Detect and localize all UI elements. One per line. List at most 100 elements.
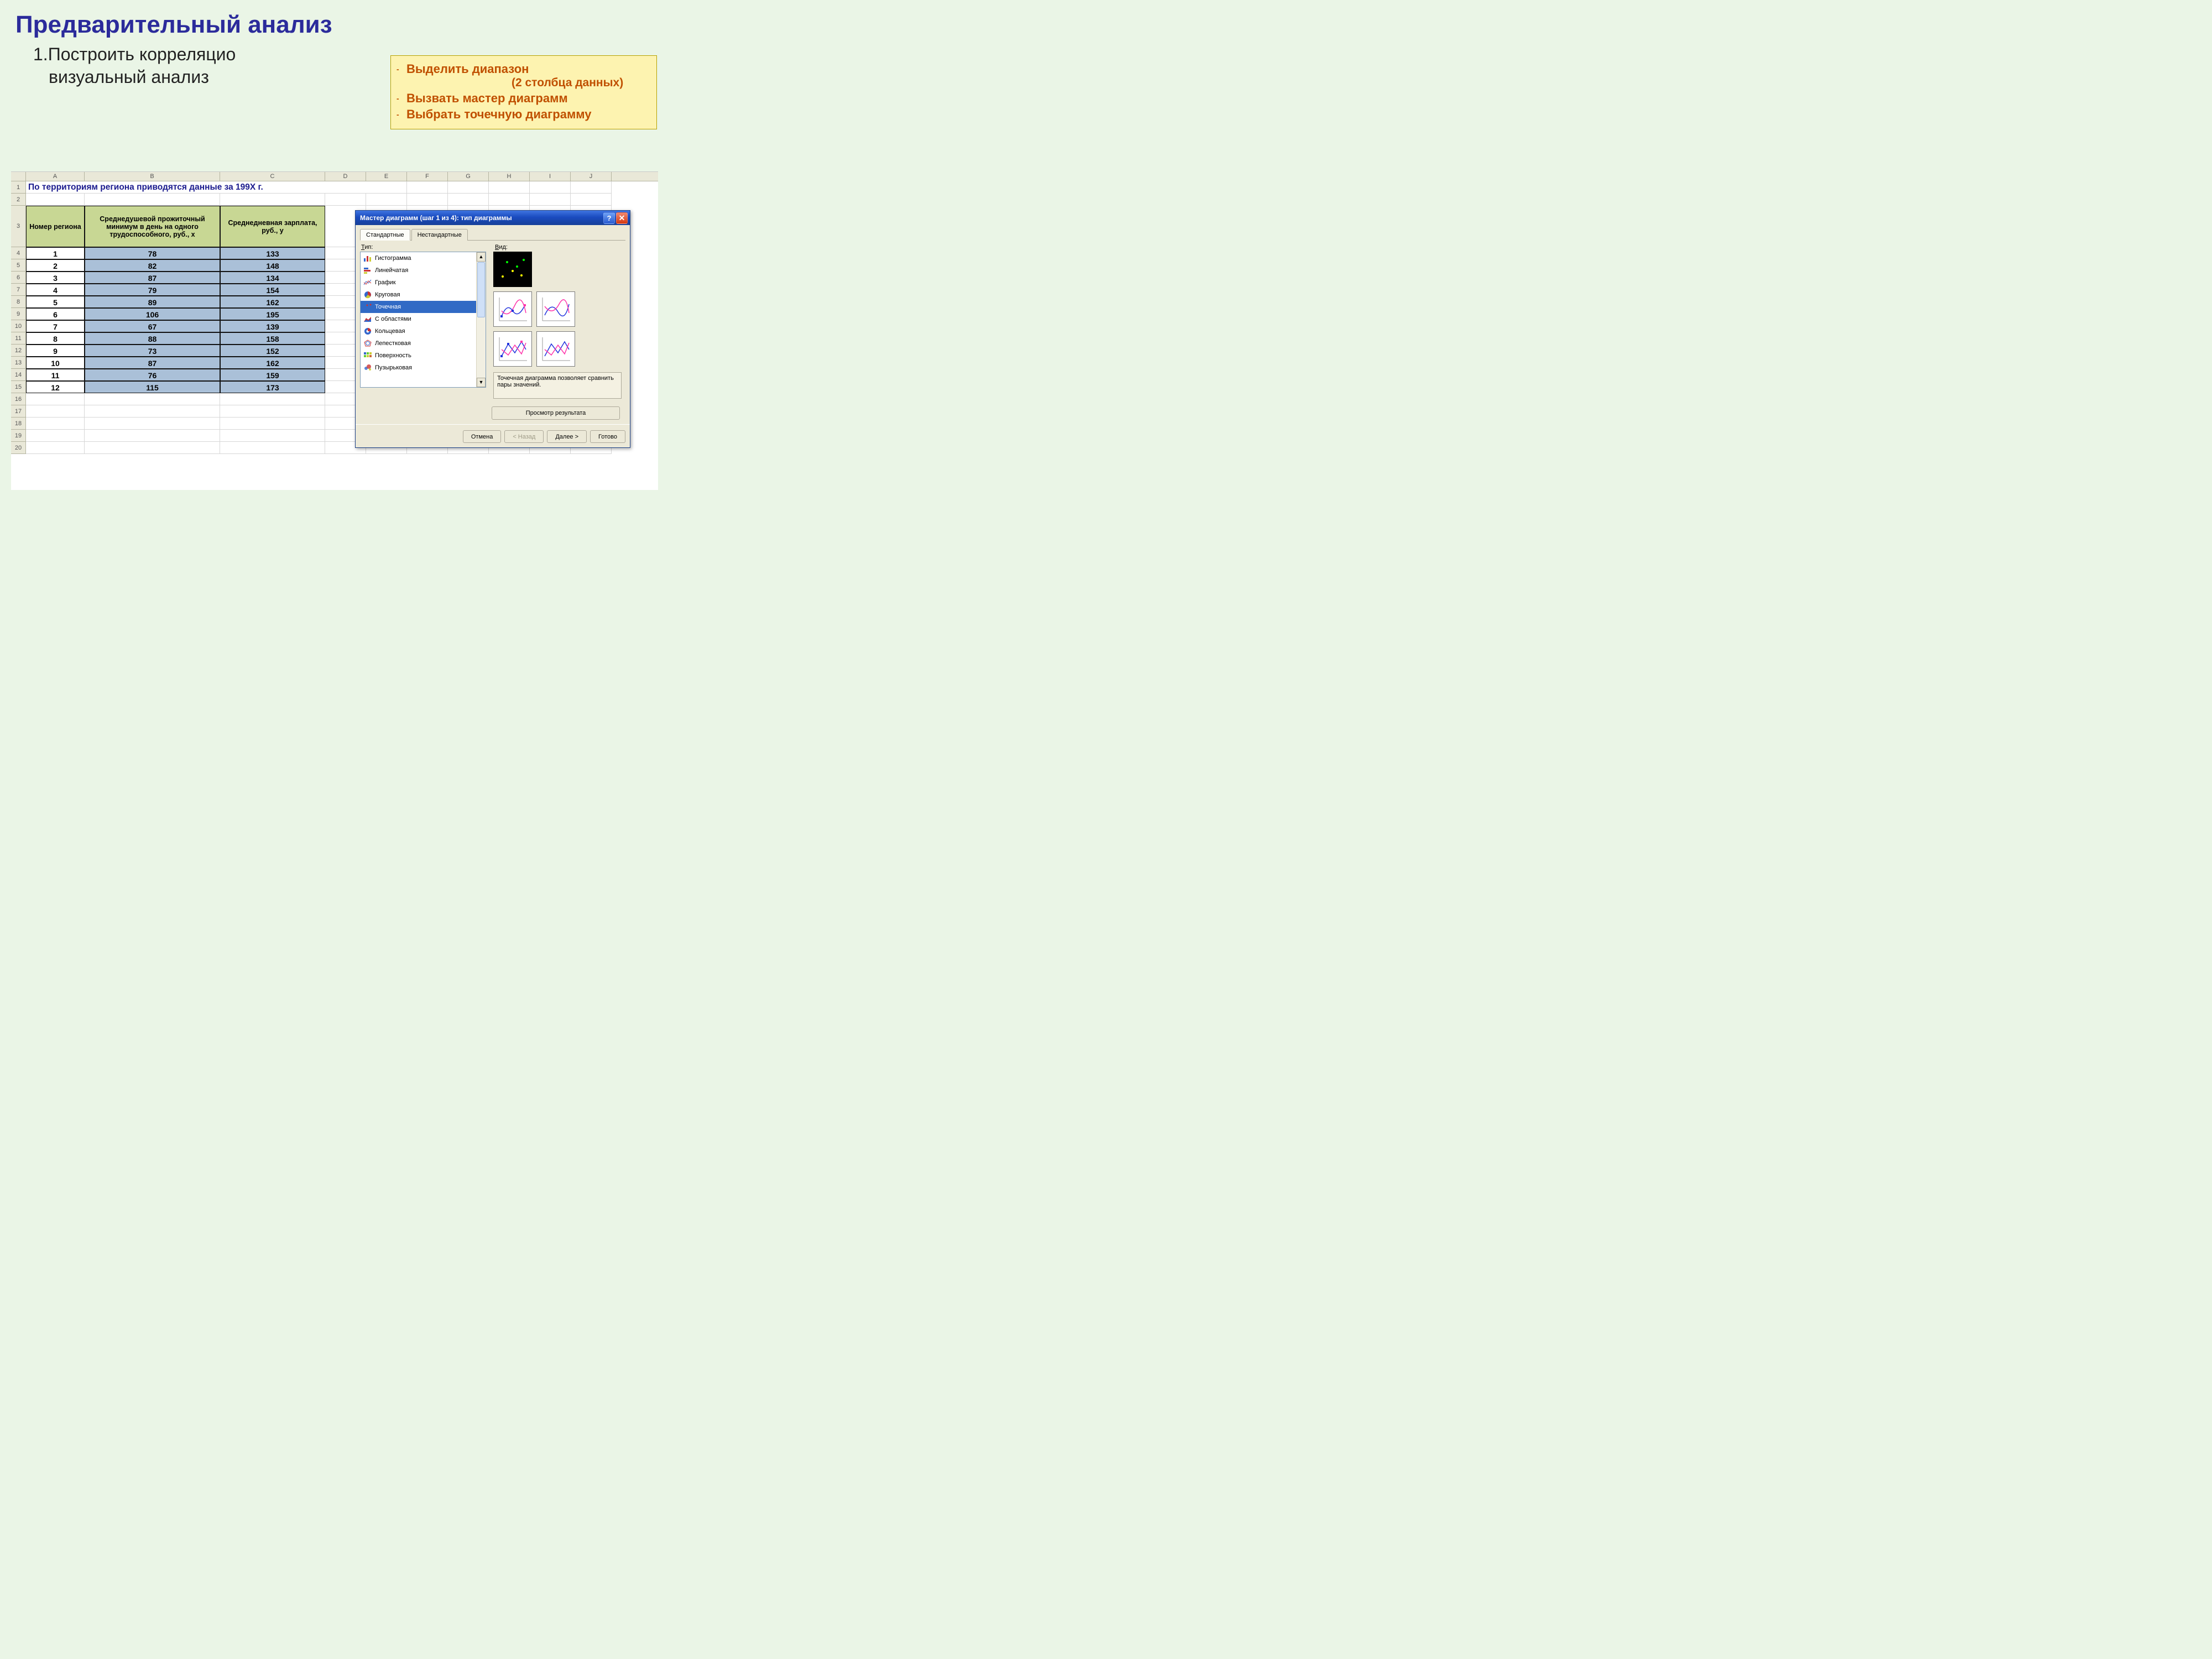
- cell[interactable]: [85, 418, 220, 430]
- row-header-18[interactable]: 18: [11, 418, 26, 430]
- cell[interactable]: 87: [85, 357, 220, 369]
- cell[interactable]: 154: [220, 284, 325, 296]
- cell[interactable]: [220, 430, 325, 442]
- cell[interactable]: [489, 194, 530, 206]
- cell[interactable]: [220, 194, 325, 206]
- cell[interactable]: 159: [220, 369, 325, 381]
- col-header-B[interactable]: B: [85, 172, 220, 181]
- next-button[interactable]: Далее >: [547, 430, 587, 443]
- cell[interactable]: [26, 194, 85, 206]
- tab-standard[interactable]: Стандартные: [360, 229, 410, 241]
- cell[interactable]: 152: [220, 345, 325, 357]
- cell[interactable]: [220, 393, 325, 405]
- cell[interactable]: Номер региона: [26, 206, 85, 247]
- cell[interactable]: [325, 194, 366, 206]
- cell[interactable]: 67: [85, 320, 220, 332]
- col-header-D[interactable]: D: [325, 172, 366, 181]
- cell[interactable]: 76: [85, 369, 220, 381]
- cell[interactable]: [407, 194, 448, 206]
- cell[interactable]: [489, 181, 530, 194]
- col-header-H[interactable]: H: [489, 172, 530, 181]
- cell[interactable]: [448, 194, 489, 206]
- subtype-scatter-lines[interactable]: [536, 331, 575, 367]
- subtype-scatter-smooth-markers[interactable]: [493, 291, 532, 327]
- cell-title[interactable]: По территориям региона приводятся данные…: [26, 181, 407, 194]
- cell[interactable]: 79: [85, 284, 220, 296]
- cell[interactable]: 9: [26, 345, 85, 357]
- chart-type-item[interactable]: Круговая: [361, 289, 476, 301]
- cell[interactable]: [407, 181, 448, 194]
- col-header-E[interactable]: E: [366, 172, 407, 181]
- scroll-thumb[interactable]: [477, 262, 485, 317]
- row-header-16[interactable]: 16: [11, 393, 26, 405]
- cell[interactable]: 115: [85, 381, 220, 393]
- cell[interactable]: [85, 430, 220, 442]
- cell[interactable]: [220, 442, 325, 454]
- col-header-A[interactable]: A: [26, 172, 85, 181]
- cell[interactable]: 6: [26, 308, 85, 320]
- scrollbar[interactable]: ▲ ▼: [476, 252, 486, 387]
- row-header-17[interactable]: 17: [11, 405, 26, 418]
- row-header-10[interactable]: 10: [11, 320, 26, 332]
- preview-result-button[interactable]: Просмотр результата: [492, 406, 620, 420]
- cell[interactable]: [530, 194, 571, 206]
- col-header-F[interactable]: F: [407, 172, 448, 181]
- cell[interactable]: 1: [26, 247, 85, 259]
- cell[interactable]: [571, 181, 612, 194]
- cell[interactable]: 173: [220, 381, 325, 393]
- cell[interactable]: 87: [85, 272, 220, 284]
- subtype-scatter-smooth[interactable]: [536, 291, 575, 327]
- col-header-J[interactable]: J: [571, 172, 612, 181]
- chart-type-item[interactable]: График: [361, 276, 476, 289]
- cell[interactable]: [220, 405, 325, 418]
- cell[interactable]: 3: [26, 272, 85, 284]
- help-button[interactable]: ?: [603, 212, 615, 224]
- cell[interactable]: [26, 405, 85, 418]
- row-header-20[interactable]: 20: [11, 442, 26, 454]
- row-header-12[interactable]: 12: [11, 345, 26, 357]
- cell[interactable]: [85, 194, 220, 206]
- cell[interactable]: [571, 194, 612, 206]
- cell[interactable]: [26, 442, 85, 454]
- cancel-button[interactable]: Отмена: [463, 430, 501, 443]
- col-header-G[interactable]: G: [448, 172, 489, 181]
- cell[interactable]: 2: [26, 259, 85, 272]
- chart-type-item[interactable]: Точечная: [361, 301, 476, 313]
- cell[interactable]: 139: [220, 320, 325, 332]
- cell[interactable]: Среднедневная зарплата, руб., y: [220, 206, 325, 247]
- row-header-1[interactable]: 1: [11, 181, 26, 194]
- cell[interactable]: 7: [26, 320, 85, 332]
- chart-type-item[interactable]: Кольцевая: [361, 325, 476, 337]
- scroll-down-arrow[interactable]: ▼: [477, 378, 486, 387]
- cell[interactable]: 148: [220, 259, 325, 272]
- finish-button[interactable]: Готово: [590, 430, 625, 443]
- col-header-C[interactable]: C: [220, 172, 325, 181]
- cell[interactable]: [85, 405, 220, 418]
- chart-type-item[interactable]: С областями: [361, 313, 476, 325]
- chart-type-list[interactable]: ГистограммаЛинейчатаяГрафикКруговаяТочеч…: [360, 252, 486, 388]
- row-header-7[interactable]: 7: [11, 284, 26, 296]
- cell[interactable]: 73: [85, 345, 220, 357]
- cell[interactable]: [26, 430, 85, 442]
- cell[interactable]: 8: [26, 332, 85, 345]
- row-header-4[interactable]: 4: [11, 247, 26, 259]
- row-header-19[interactable]: 19: [11, 430, 26, 442]
- cell[interactable]: [85, 393, 220, 405]
- cell[interactable]: 78: [85, 247, 220, 259]
- chart-type-item[interactable]: Линейчатая: [361, 264, 476, 276]
- cell[interactable]: 195: [220, 308, 325, 320]
- cell[interactable]: 106: [85, 308, 220, 320]
- chart-type-item[interactable]: Лепестковая: [361, 337, 476, 349]
- tab-custom[interactable]: Нестандартные: [411, 229, 468, 241]
- cell[interactable]: 89: [85, 296, 220, 308]
- subtype-scatter-markers[interactable]: [493, 252, 532, 287]
- select-all-corner[interactable]: [11, 172, 26, 181]
- row-header-5[interactable]: 5: [11, 259, 26, 272]
- subtype-scatter-lines-markers[interactable]: [493, 331, 532, 367]
- col-header-I[interactable]: I: [530, 172, 571, 181]
- row-header-8[interactable]: 8: [11, 296, 26, 308]
- cell[interactable]: Среднедушевой прожиточный минимум в день…: [85, 206, 220, 247]
- cell[interactable]: 162: [220, 357, 325, 369]
- cell[interactable]: [85, 442, 220, 454]
- dialog-titlebar[interactable]: Мастер диаграмм (шаг 1 из 4): тип диагра…: [356, 211, 630, 225]
